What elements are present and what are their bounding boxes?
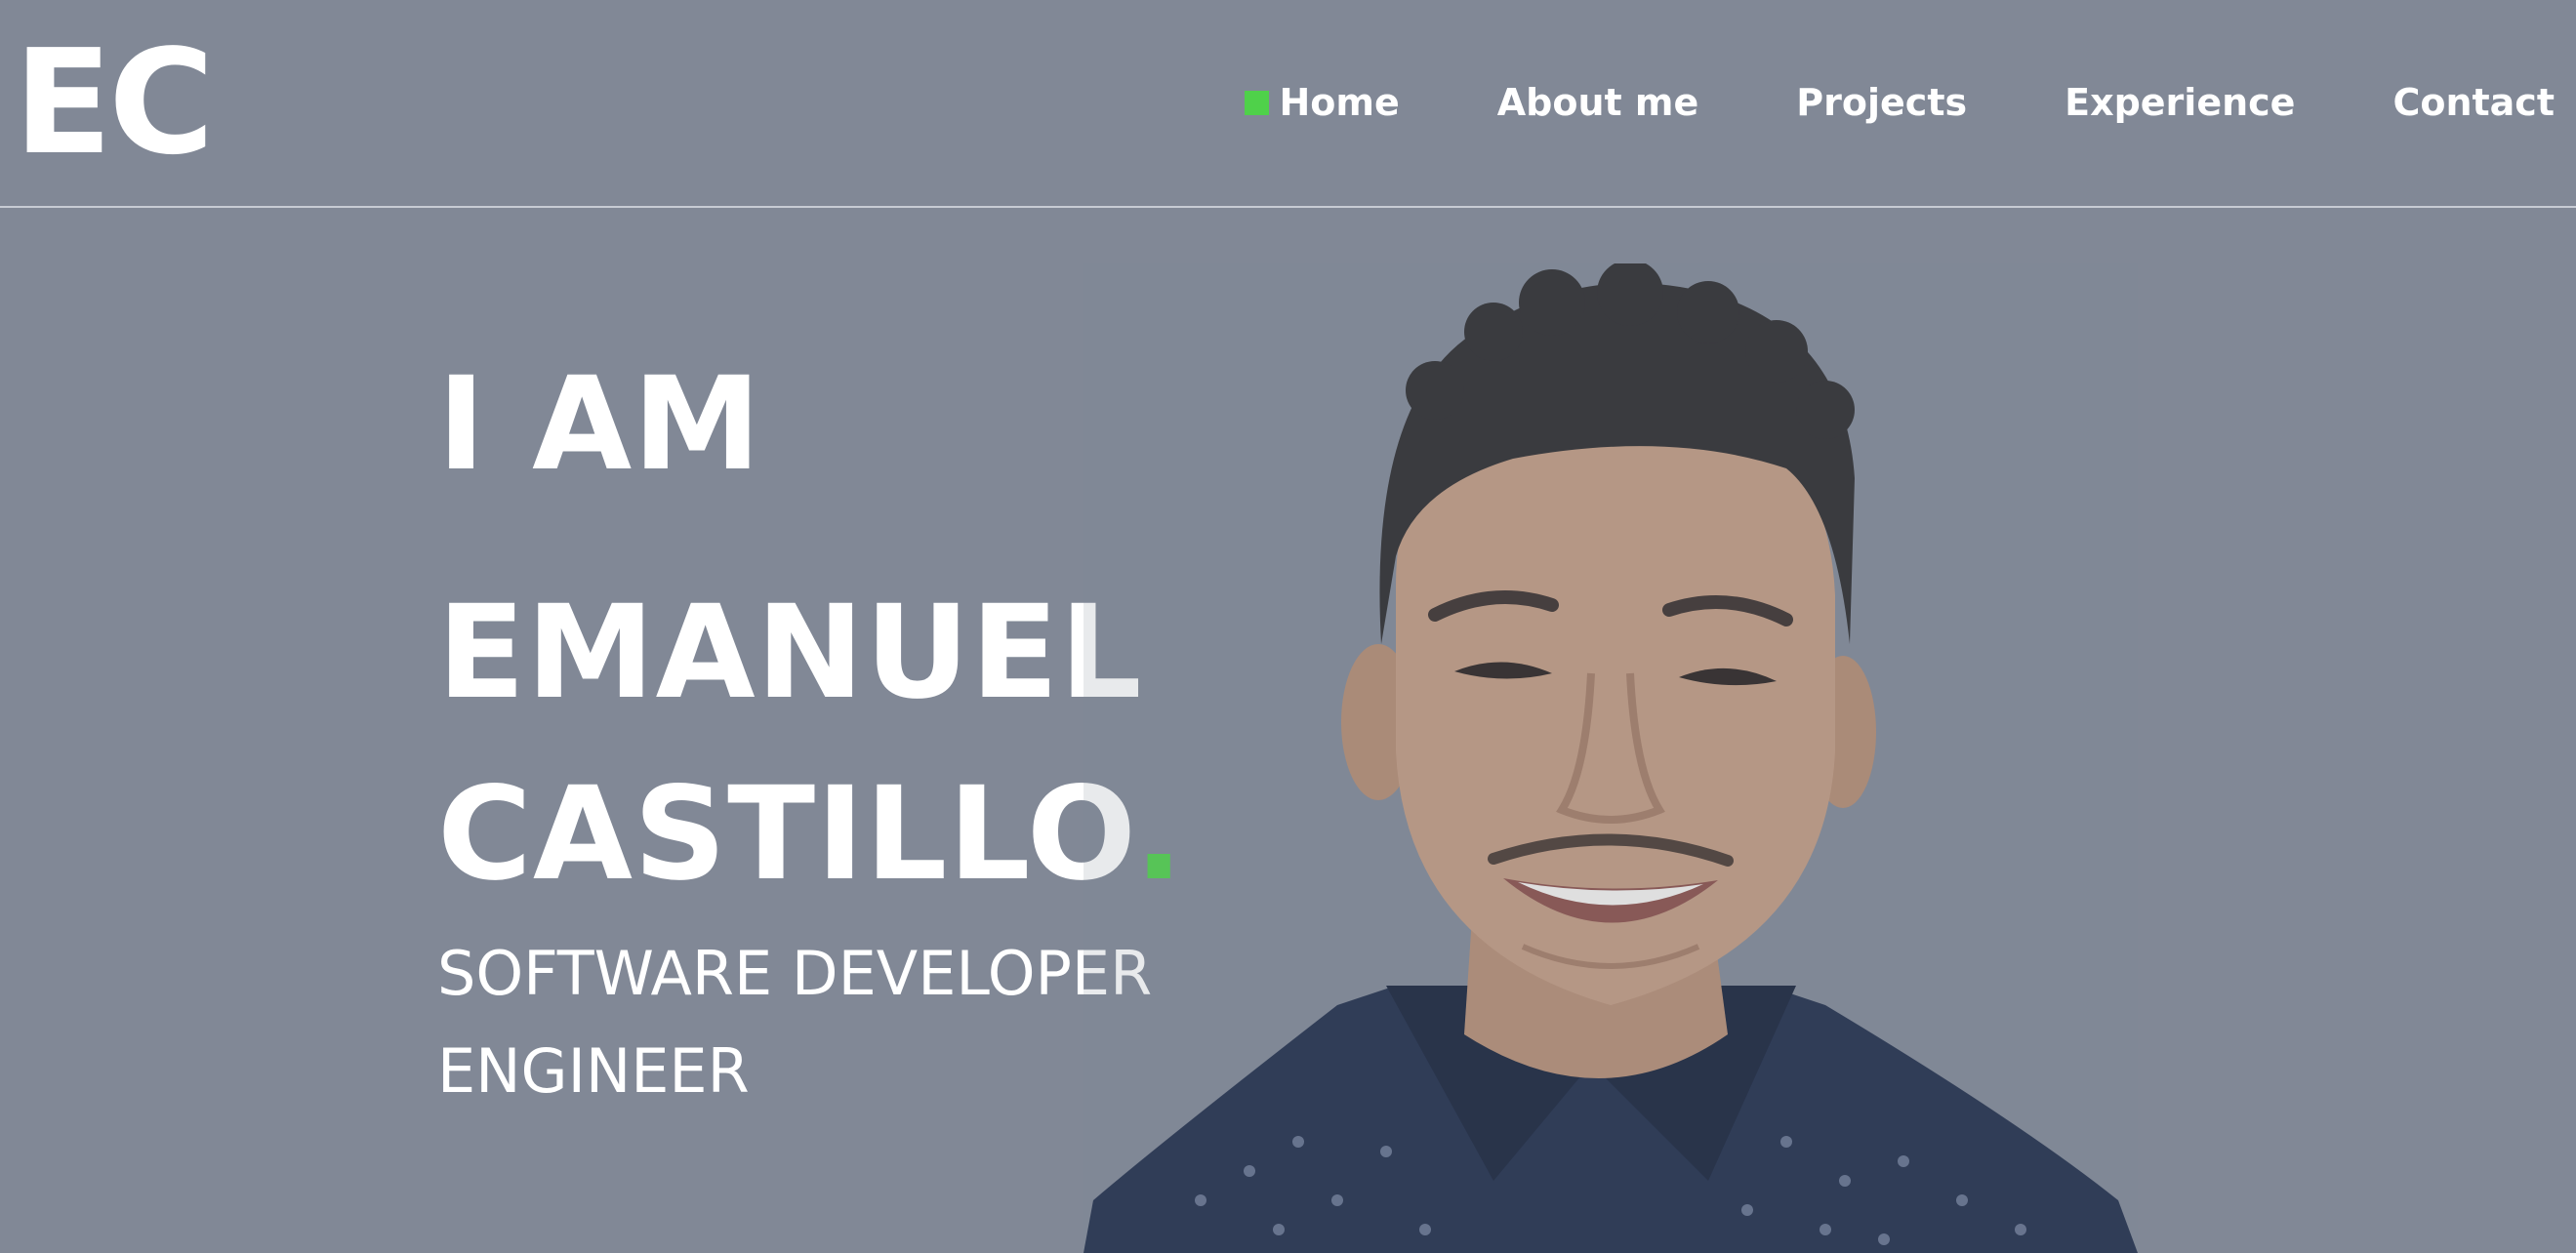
nav-home[interactable]: Home — [1245, 74, 1400, 131]
portfolio-page: EC Home About me Projects Experience Con… — [0, 0, 2576, 1253]
active-marker-icon — [1245, 90, 1270, 115]
nav-home-label: Home — [1279, 81, 1400, 124]
profile-photo-illustration — [1084, 263, 2138, 1253]
nav-experience[interactable]: Experience — [2065, 74, 2295, 131]
nav-projects-label: Projects — [1796, 81, 1968, 124]
nav-about-me[interactable]: About me — [1497, 74, 1699, 131]
nav-contact[interactable]: Contact — [2392, 74, 2555, 131]
nav-about-me-label: About me — [1496, 81, 1699, 124]
main-nav: Home About me Projects Experience Contac… — [1245, 74, 2555, 131]
hero-last-name-text: CASTILLO — [437, 759, 1135, 909]
site-header: EC Home About me Projects Experience Con… — [0, 0, 2576, 208]
site-logo[interactable]: EC — [14, 29, 215, 176]
nav-contact-label: Contact — [2392, 81, 2555, 124]
profile-photo — [1084, 263, 2138, 1253]
nav-projects[interactable]: Projects — [1796, 74, 1967, 131]
nav-experience-label: Experience — [2065, 81, 2296, 124]
